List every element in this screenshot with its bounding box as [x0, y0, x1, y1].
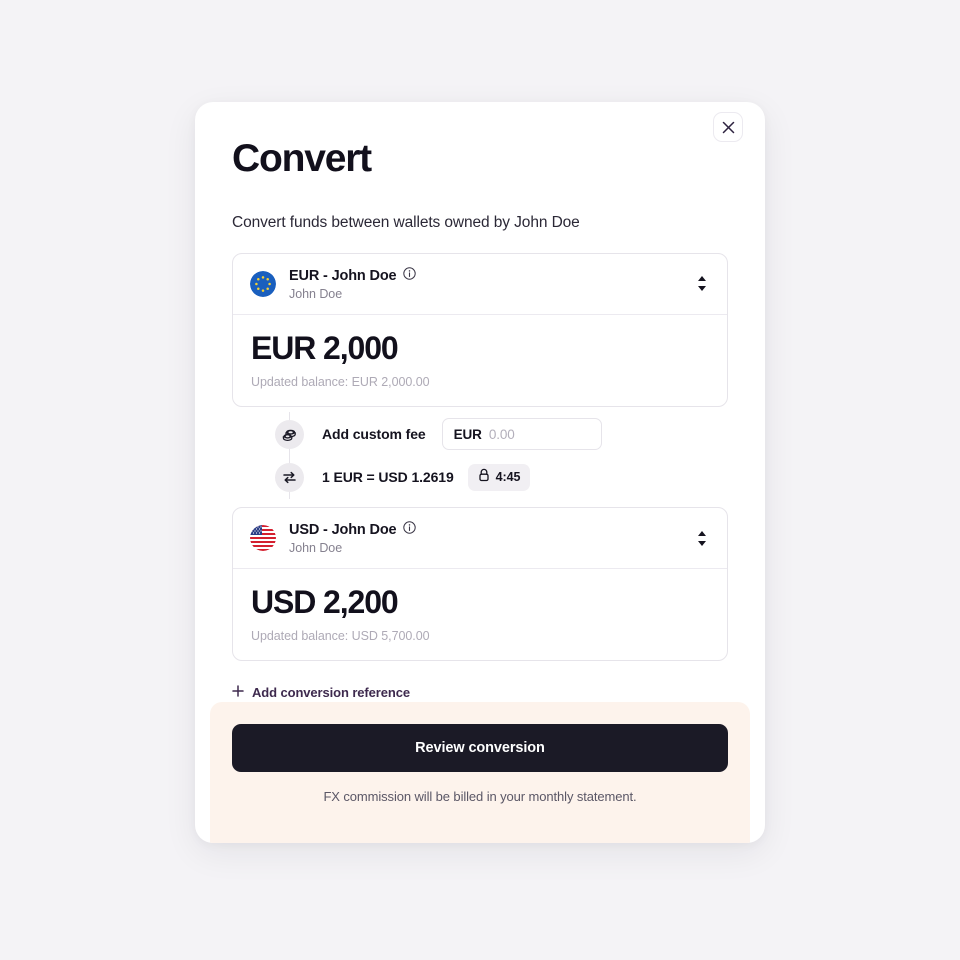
fee-currency-label: EUR [453, 426, 482, 442]
source-wallet-title: EUR - John Doe [289, 267, 397, 284]
custom-fee-row: Add custom fee EUR 0.00 [232, 413, 728, 455]
info-icon[interactable] [403, 267, 417, 285]
rate-lock-timer: 4:45 [495, 470, 521, 485]
close-icon [722, 121, 735, 134]
source-wallet-selector[interactable]: EUR - John Doe John Doe [233, 254, 727, 315]
target-wallet-card: USD - John Doe John Doe USD 2,200 Update… [232, 507, 728, 662]
close-button[interactable] [713, 112, 743, 142]
us-flag-icon [250, 525, 276, 552]
add-conversion-reference-label: Add conversion reference [252, 685, 410, 701]
modal-body: Convert Convert funds between wallets ow… [195, 102, 765, 702]
target-updated-balance: Updated balance: USD 5,700.00 [251, 629, 430, 644]
target-wallet-title-row: USD - John Doe [289, 521, 693, 539]
connector-section: Add custom fee EUR 0.00 1 EUR = USD 1.26… [232, 412, 728, 500]
coins-icon [275, 419, 304, 449]
target-wallet-stepper-icon[interactable] [693, 530, 711, 547]
add-conversion-reference-link[interactable]: Add conversion reference [232, 685, 410, 700]
rate-lock-badge[interactable]: 4:45 [467, 463, 531, 491]
target-amount-zone[interactable]: USD 2,200 Updated balance: USD 5,700.00 [233, 569, 727, 660]
eu-flag-icon [250, 270, 276, 297]
footer-banner: Review conversion FX commission will be … [210, 702, 750, 843]
source-wallet-stepper-icon[interactable] [693, 275, 711, 292]
screen: Convert Convert funds between wallets ow… [0, 0, 960, 960]
source-wallet-owner: John Doe [289, 286, 343, 301]
source-updated-balance: Updated balance: EUR 2,000.00 [251, 375, 430, 390]
source-amount-value[interactable]: EUR 2,000 [251, 330, 709, 366]
swap-arrows-icon [275, 462, 304, 492]
source-wallet-card: EUR - John Doe John Doe EUR 2,000 Update… [232, 252, 728, 408]
fx-commission-note: FX commission will be billed in your mon… [323, 789, 637, 804]
source-wallet-names: EUR - John Doe John Doe [289, 267, 693, 301]
source-wallet-title-row: EUR - John Doe [289, 267, 693, 285]
lock-icon [478, 468, 490, 487]
modal-subtitle: Convert funds between wallets owned by J… [232, 213, 580, 231]
info-icon[interactable] [403, 521, 417, 539]
target-wallet-owner: John Doe [289, 541, 343, 556]
target-wallet-title: USD - John Doe [289, 522, 397, 539]
custom-fee-input[interactable]: EUR 0.00 [441, 418, 602, 451]
convert-modal: Convert Convert funds between wallets ow… [195, 102, 765, 843]
custom-fee-label: Add custom fee [322, 426, 426, 443]
page-title: Convert [232, 137, 372, 180]
target-amount-value[interactable]: USD 2,200 [251, 584, 709, 620]
exchange-rate-row: 1 EUR = USD 1.2619 4:45 [232, 456, 728, 498]
review-conversion-button[interactable]: Review conversion [232, 724, 728, 772]
target-wallet-selector[interactable]: USD - John Doe John Doe [233, 508, 727, 570]
source-amount-zone[interactable]: EUR 2,000 Updated balance: EUR 2,000.00 [233, 315, 727, 406]
fee-amount-placeholder: 0.00 [488, 426, 515, 442]
target-wallet-names: USD - John Doe John Doe [289, 521, 693, 555]
exchange-rate-text: 1 EUR = USD 1.2619 [322, 469, 454, 486]
plus-icon [232, 685, 244, 700]
